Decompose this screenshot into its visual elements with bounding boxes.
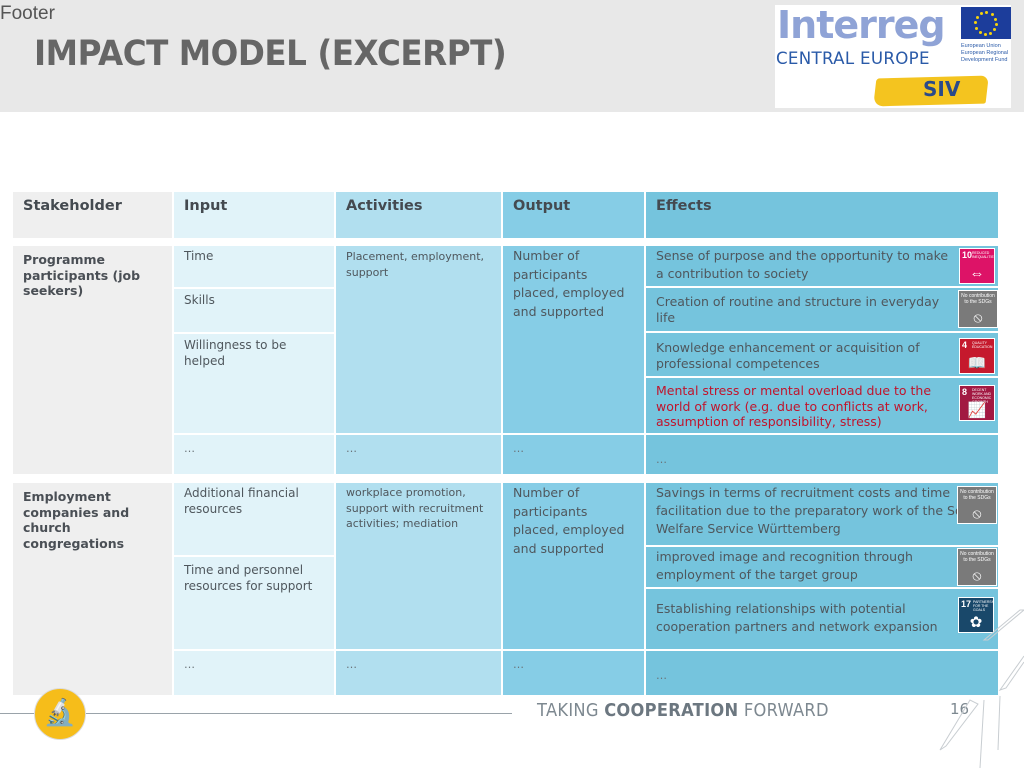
stakeholder-cell: Programme participants (job seekers) (13, 246, 172, 474)
decent-work-icon: 8 DECENT WORK AND ECONOMIC GROWTH 📈 (959, 385, 995, 421)
column-header-output: Output (503, 192, 644, 238)
effect-cell-negative: Mental stress or mental overload due to … (646, 378, 998, 433)
input-cell: Time (174, 246, 334, 287)
quality-education-icon: 4 QUALITY EDUCATION 📖 (959, 338, 995, 374)
input-cell: … (174, 435, 334, 474)
effect-text: Creation of routine and structure in eve… (656, 294, 940, 325)
column-header-activities: Activities (336, 192, 501, 238)
microscope-icon: 🔬 (34, 688, 86, 740)
deco-stroke (997, 695, 1001, 751)
effect-cell: … (646, 435, 998, 474)
input-cell: … (174, 651, 334, 695)
activities-cell: Placement, employment, support (336, 246, 501, 433)
column-header-input: Input (174, 192, 334, 238)
activities-cell: … (336, 651, 501, 695)
logo-wordmark: Interreg (777, 3, 946, 47)
logo-subtitle: CENTRAL EUROPE (776, 49, 930, 69)
input-cell: Willingness to be helped (174, 334, 334, 433)
no-contribution-icon: No contribution to the SDGs ⦸ (957, 486, 997, 524)
footer-tagline: TAKING COOPERATION FORWARD (537, 701, 829, 721)
partnerships-icon: 17 PARTNERSHIPS FOR THE GOALS ✿ (958, 597, 994, 633)
footer-placeholder-label: Footer (0, 3, 55, 24)
reduced-inequalities-icon: 10 REDUCED INEQUALITIES ⇔ (959, 248, 995, 284)
eu-fund-text: European Union European Regional Develop… (961, 43, 1009, 63)
effect-text: Sense of purpose and the opportunity to … (656, 248, 949, 281)
effect-cell: improved image and recognition through e… (646, 547, 998, 587)
page-number: 16 (950, 700, 970, 718)
effect-cell: Establishing relationships with potentia… (646, 589, 998, 649)
effect-text: Savings in terms of recruitment costs an… (656, 485, 985, 536)
input-cell: Skills (174, 289, 334, 332)
output-cell: … (503, 651, 644, 695)
effect-text: Establishing relationships with potentia… (656, 601, 938, 634)
activities-cell: workplace promotion, support with recrui… (336, 483, 501, 649)
page-title: IMPACT MODEL (EXCERPT) (34, 34, 507, 74)
eu-flag-icon (961, 7, 1011, 39)
interreg-logo: Interreg CENTRAL EUROPE European Union E… (775, 3, 1011, 108)
effect-text: Knowledge enhancement or acquisition of … (656, 340, 920, 371)
effect-cell: Savings in terms of recruitment costs an… (646, 483, 998, 545)
deco-stroke (998, 655, 1024, 691)
effect-cell: Knowledge enhancement or acquisition of … (646, 333, 998, 376)
input-cell: Time and personnel resources for support (174, 557, 334, 649)
effect-text: improved image and recognition through e… (656, 549, 913, 582)
output-cell: Number of participants placed, employed … (503, 483, 644, 649)
column-header-stakeholder: Stakeholder (13, 192, 172, 238)
project-name: SIV (923, 77, 961, 101)
no-contribution-icon: No contribution to the SDGs ⦸ (958, 290, 998, 328)
effect-cell: Creation of routine and structure in eve… (646, 288, 998, 331)
effect-cell: Sense of purpose and the opportunity to … (646, 246, 998, 286)
effect-cell: … (646, 651, 998, 695)
no-contribution-icon: No contribution to the SDGs ⦸ (957, 548, 997, 586)
stakeholder-cell: Employment companies and church congrega… (13, 483, 172, 695)
effect-text: Mental stress or mental overload due to … (656, 383, 932, 429)
deco-stroke (979, 699, 985, 768)
activities-cell: … (336, 435, 501, 474)
output-cell: Number of participants placed, employed … (503, 246, 644, 433)
output-cell: … (503, 435, 644, 474)
column-header-effects: Effects (646, 192, 998, 238)
input-cell: Additional financial resources (174, 483, 334, 555)
